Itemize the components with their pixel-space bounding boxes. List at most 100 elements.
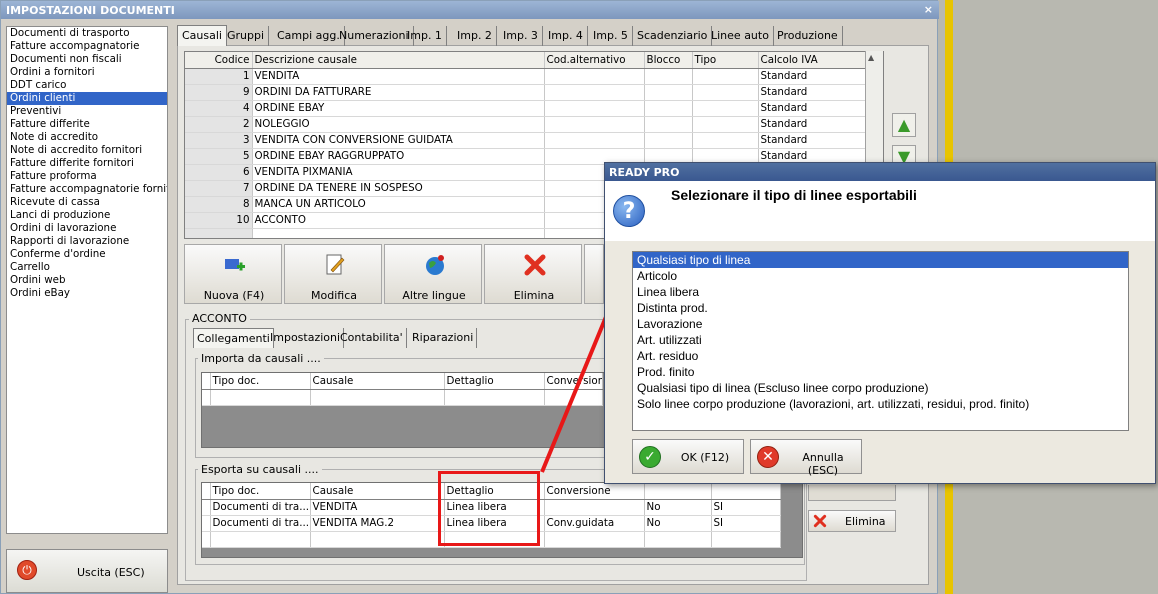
line-type-option[interactable]: Prod. finito bbox=[633, 364, 1128, 380]
tab-causali[interactable]: Causali bbox=[177, 25, 227, 46]
document-type-item[interactable]: Note di accredito fornitori bbox=[7, 144, 167, 157]
document-type-item[interactable]: Ordini eBay bbox=[7, 287, 167, 300]
table-cell bbox=[310, 531, 445, 548]
document-type-item[interactable]: Fatture differite bbox=[7, 118, 167, 131]
column-header[interactable]: Calcolo IVA bbox=[758, 52, 868, 69]
table-row[interactable]: 9 ORDINI DA FATTURARE Standard bbox=[185, 84, 868, 101]
tab-produzione[interactable]: Produzione bbox=[773, 26, 843, 46]
line-type-option[interactable]: Solo linee corpo produzione (lavorazioni… bbox=[633, 396, 1128, 412]
tab-imp-1[interactable]: Imp. 1 bbox=[403, 26, 447, 46]
line-type-option[interactable]: Linea libera bbox=[633, 284, 1128, 300]
export-add-button[interactable] bbox=[808, 485, 896, 501]
languages-button[interactable]: Altre lingue bbox=[384, 244, 482, 304]
column-header[interactable] bbox=[711, 483, 781, 500]
table-cell: Standard bbox=[758, 100, 868, 117]
document-type-item[interactable]: Conferme d'ordine bbox=[7, 248, 167, 261]
table-cell bbox=[210, 531, 311, 548]
table-cell: SI bbox=[711, 499, 781, 516]
column-header[interactable]: Tipo doc. bbox=[210, 483, 311, 500]
tab-imp-5[interactable]: Imp. 5 bbox=[589, 26, 633, 46]
document-type-item[interactable]: Carrello bbox=[7, 261, 167, 274]
tab-imp-2[interactable]: Imp. 2 bbox=[453, 26, 497, 46]
table-cell bbox=[644, 68, 693, 85]
line-type-option[interactable]: Qualsiasi tipo di linea (Escluso linee c… bbox=[633, 380, 1128, 396]
column-header[interactable]: Tipo bbox=[692, 52, 759, 69]
document-type-item[interactable]: Lanci di produzione bbox=[7, 209, 167, 222]
document-type-item[interactable]: Note di accredito bbox=[7, 131, 167, 144]
table-cell: ACCONTO bbox=[252, 212, 545, 229]
document-type-item[interactable]: Fatture accompagnatorie fornito bbox=[7, 183, 167, 196]
tab-imp-3[interactable]: Imp. 3 bbox=[499, 26, 543, 46]
line-type-option[interactable]: Articolo bbox=[633, 268, 1128, 284]
table-cell: Standard bbox=[758, 84, 868, 101]
table-cell: Standard bbox=[758, 116, 868, 133]
new-button[interactable]: Nuova (F4) bbox=[184, 244, 282, 304]
column-header[interactable]: Conversione bbox=[544, 483, 645, 500]
table-cell bbox=[185, 228, 253, 238]
tab-linee-auto[interactable]: Linee auto bbox=[707, 26, 774, 46]
column-header[interactable]: Descrizione causale bbox=[252, 52, 545, 69]
import-label: Importa da causali .... bbox=[198, 352, 324, 365]
column-header[interactable]: Causale bbox=[310, 483, 445, 500]
column-header[interactable] bbox=[644, 483, 712, 500]
table-row[interactable]: 4 ORDINE EBAY Standard bbox=[185, 100, 868, 117]
cancel-icon: ✕ bbox=[757, 446, 779, 468]
annotation-highlight-box bbox=[438, 471, 540, 546]
column-header[interactable]: Codice bbox=[185, 52, 253, 69]
tab-scadenziario[interactable]: Scadenziario bbox=[633, 26, 713, 46]
subtab-contabilita-[interactable]: Contabilita' bbox=[337, 328, 407, 348]
document-type-item[interactable]: Documenti di trasporto bbox=[7, 27, 167, 40]
column-header[interactable]: Dettaglio bbox=[444, 373, 545, 390]
document-type-item[interactable]: DDT carico bbox=[7, 79, 167, 92]
document-type-item[interactable]: Documenti non fiscali bbox=[7, 53, 167, 66]
line-type-list[interactable]: Qualsiasi tipo di linea Articolo Linea lib… bbox=[632, 251, 1129, 431]
line-type-option[interactable]: Art. utilizzati bbox=[633, 332, 1128, 348]
row-indicator bbox=[202, 483, 211, 500]
document-type-item[interactable]: Ricevute di cassa bbox=[7, 196, 167, 209]
column-header[interactable]: Cod.alternativo bbox=[544, 52, 645, 69]
move-up-icon[interactable]: ▲ bbox=[892, 113, 916, 137]
ok-button[interactable]: ✓ OK (F12) bbox=[632, 439, 744, 474]
export-label: Esporta su causali .... bbox=[198, 463, 322, 476]
close-icon[interactable]: × bbox=[924, 3, 933, 16]
scroll-up-icon[interactable]: ▲ bbox=[868, 53, 874, 62]
exit-button[interactable]: ⏻ Uscita (ESC) bbox=[6, 549, 168, 593]
document-type-item[interactable]: Ordini a fornitori bbox=[7, 66, 167, 79]
document-type-item[interactable]: Fatture differite fornitori bbox=[7, 157, 167, 170]
subtab-collegamenti[interactable]: Collegamenti bbox=[193, 328, 274, 348]
tab-gruppi[interactable]: Gruppi bbox=[223, 26, 270, 46]
column-header[interactable]: Tipo doc. bbox=[210, 373, 311, 390]
tab-imp-4[interactable]: Imp. 4 bbox=[544, 26, 588, 46]
table-cell bbox=[544, 68, 645, 85]
edit-button[interactable]: Modifica bbox=[284, 244, 382, 304]
dialog-title: READY PRO bbox=[605, 163, 1155, 181]
table-row[interactable]: 3 VENDITA CON CONVERSIONE GUIDATA Standard bbox=[185, 132, 868, 149]
table-cell bbox=[202, 531, 211, 548]
document-type-item[interactable]: Ordini web bbox=[7, 274, 167, 287]
table-cell bbox=[692, 68, 759, 85]
edit-button-label: Modifica bbox=[311, 289, 357, 302]
table-row[interactable]: 2 NOLEGGIO Standard bbox=[185, 116, 868, 133]
table-cell: Documenti di tra... bbox=[210, 515, 311, 532]
main-tabs: Causali Gruppi Campi agg. Numerazioni Imp. 1… bbox=[177, 25, 843, 46]
line-type-option[interactable]: Art. residuo bbox=[633, 348, 1128, 364]
document-type-item[interactable]: Fatture proforma bbox=[7, 170, 167, 183]
column-header[interactable]: Blocco bbox=[644, 52, 693, 69]
line-type-option[interactable]: Lavorazione bbox=[633, 316, 1128, 332]
subtab-riparazioni[interactable]: Riparazioni bbox=[409, 328, 478, 348]
tab-numerazioni[interactable]: Numerazioni bbox=[335, 26, 414, 46]
document-type-item[interactable]: Fatture accompagnatorie bbox=[7, 40, 167, 53]
subtab-impostazioni[interactable]: Impostazioni bbox=[267, 328, 345, 348]
line-type-option[interactable]: Distinta prod. bbox=[633, 300, 1128, 316]
document-type-item[interactable]: Ordini clienti bbox=[7, 92, 167, 105]
document-type-list[interactable]: Documenti di trasporto Fatture accompagna… bbox=[6, 26, 168, 534]
document-type-item[interactable]: Rapporti di lavorazione bbox=[7, 235, 167, 248]
document-type-item[interactable]: Preventivi bbox=[7, 105, 167, 118]
document-type-item[interactable]: Ordini di lavorazione bbox=[7, 222, 167, 235]
cancel-button[interactable]: ✕ Annulla (ESC) bbox=[750, 439, 862, 477]
table-cell: ORDINE EBAY RAGGRUPPATO bbox=[252, 148, 545, 165]
table-row[interactable]: 1 VENDITA Standard bbox=[185, 68, 868, 85]
column-header[interactable]: Causale bbox=[310, 373, 445, 390]
line-type-option[interactable]: Qualsiasi tipo di linea bbox=[633, 252, 1128, 268]
export-delete-button[interactable]: Elimina bbox=[808, 510, 896, 532]
